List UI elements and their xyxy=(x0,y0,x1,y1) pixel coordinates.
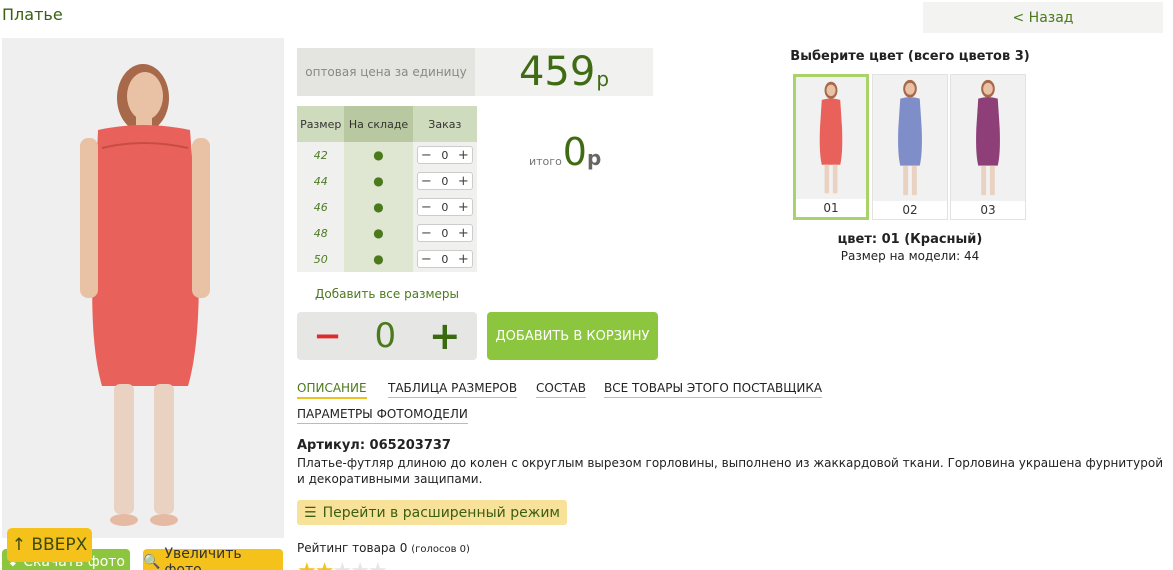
order-cell: −0 + xyxy=(412,142,477,168)
in-stock-indicator: ● xyxy=(344,168,413,194)
page-title: Платье xyxy=(2,5,63,24)
price-value: 459 р xyxy=(475,48,653,96)
star-icon[interactable]: ★ xyxy=(332,559,352,570)
star-icon[interactable]: ★ xyxy=(350,559,370,570)
decrease-button[interactable]: − xyxy=(421,226,432,241)
product-description: Платье-футляр длиною до колен с округлым… xyxy=(297,456,1163,486)
size-quantity-stepper: −0 + xyxy=(416,250,473,268)
back-button[interactable]: < Назад xyxy=(923,2,1163,33)
model-size: Размер на модели: 44 xyxy=(840,249,980,263)
tab-supplier-products[interactable]: ВСЕ ТОВАРЫ ЭТОГО ПОСТАВЩИКА xyxy=(604,381,823,398)
size-quantity-stepper: −0 + xyxy=(416,146,473,164)
size-header: Размер xyxy=(297,106,345,142)
rating-stars[interactable]: ★★★★★ xyxy=(297,559,388,570)
decrease-button[interactable]: − xyxy=(421,200,432,215)
product-photo[interactable] xyxy=(2,38,284,538)
article-number: Артикул: 065203737 xyxy=(297,438,451,453)
zoom-icon: 🔍 xyxy=(143,554,161,570)
sizes-table: Размер На складе Заказ 42 ● −0 +44 ● −0 +46 ● −0… xyxy=(297,106,477,272)
tab-description[interactable]: ОПИСАНИЕ xyxy=(297,381,367,399)
size-row: 50 ● −0 + xyxy=(297,246,477,272)
quantity-value[interactable]: 0 xyxy=(375,316,397,356)
size-quantity-value[interactable]: 0 xyxy=(441,175,448,188)
quantity-decrease-button[interactable]: − xyxy=(313,316,342,356)
color-thumbnail xyxy=(951,75,1025,201)
size-quantity-value[interactable]: 0 xyxy=(441,201,448,214)
add-all-sizes-link[interactable]: Добавить все размеры xyxy=(297,287,477,301)
tab-composition[interactable]: СОСТАВ xyxy=(536,381,586,398)
extended-mode-button[interactable]: ☰ Перейти в расширенный режим xyxy=(297,500,567,525)
size-value: 50 xyxy=(297,246,345,272)
in-stock-indicator: ● xyxy=(344,246,413,272)
size-value: 42 xyxy=(297,142,345,168)
increase-button[interactable]: + xyxy=(458,226,469,241)
stock-header: На складе xyxy=(344,106,413,142)
color-code: 01 xyxy=(796,199,866,217)
size-quantity-stepper: −0 + xyxy=(416,198,473,216)
quantity-increase-button[interactable]: + xyxy=(429,314,461,358)
size-value: 48 xyxy=(297,220,345,246)
size-quantity-value[interactable]: 0 xyxy=(441,253,448,266)
size-quantity-value[interactable]: 0 xyxy=(441,227,448,240)
decrease-button[interactable]: − xyxy=(421,148,432,163)
selected-color-name: цвет: 01 (Красный) xyxy=(837,232,983,247)
size-value: 46 xyxy=(297,194,345,220)
size-row: 48 ● −0 + xyxy=(297,220,477,246)
increase-button[interactable]: + xyxy=(458,148,469,163)
quantity-stepper: − 0 + xyxy=(297,312,477,360)
size-quantity-stepper: −0 + xyxy=(416,172,473,190)
tab-model-params[interactable]: ПАРАМЕТРЫ ФОТОМОДЕЛИ xyxy=(297,407,468,424)
color-code: 03 xyxy=(951,201,1025,219)
order-header: Заказ xyxy=(412,106,477,142)
product-rating: Рейтинг товара 0 (голосов 0) xyxy=(297,541,470,555)
increase-button[interactable]: + xyxy=(458,252,469,267)
size-quantity-stepper: −0 + xyxy=(416,224,473,242)
star-icon[interactable]: ★ xyxy=(297,559,317,570)
color-option-03[interactable]: 03 xyxy=(950,74,1026,220)
order-cell: −0 + xyxy=(412,246,477,272)
order-cell: −0 + xyxy=(412,168,477,194)
size-row: 42 ● −0 + xyxy=(297,142,477,168)
color-picker-title: Выберите цвет (всего цветов 3) xyxy=(790,49,1030,64)
size-row: 44 ● −0 + xyxy=(297,168,477,194)
size-value: 44 xyxy=(297,168,345,194)
list-icon: ☰ xyxy=(304,504,317,521)
in-stock-indicator: ● xyxy=(344,194,413,220)
decrease-button[interactable]: − xyxy=(421,252,432,267)
product-page: Платье < Назад ⬇ Скачать фото 🔍 Увеличит… xyxy=(0,0,1173,570)
order-cell: −0 + xyxy=(412,220,477,246)
star-icon[interactable]: ★ xyxy=(368,559,388,570)
size-row: 46 ● −0 + xyxy=(297,194,477,220)
add-to-cart-button[interactable]: ДОБАВИТЬ В КОРЗИНУ xyxy=(487,312,658,360)
color-thumbnail xyxy=(796,77,866,199)
decrease-button[interactable]: − xyxy=(421,174,432,189)
star-icon[interactable]: ★ xyxy=(315,559,335,570)
size-quantity-value[interactable]: 0 xyxy=(441,149,448,162)
tab-size-chart[interactable]: ТАБЛИЦА РАЗМЕРОВ xyxy=(388,381,518,398)
color-code: 02 xyxy=(873,201,947,219)
order-total: итого 0 р xyxy=(529,130,602,174)
zoom-photo-button[interactable]: 🔍 Увеличить фото xyxy=(143,546,283,570)
color-option-02[interactable]: 02 xyxy=(872,74,948,220)
price-label: оптовая цена за единицу xyxy=(297,48,475,96)
increase-button[interactable]: + xyxy=(458,200,469,215)
scroll-up-button[interactable]: ↑ ВВЕРХ xyxy=(7,528,92,562)
color-thumbnail xyxy=(873,75,947,201)
in-stock-indicator: ● xyxy=(344,220,413,246)
order-cell: −0 + xyxy=(412,194,477,220)
increase-button[interactable]: + xyxy=(458,174,469,189)
in-stock-indicator: ● xyxy=(344,142,413,168)
arrow-up-icon: ↑ xyxy=(11,535,32,555)
color-option-01[interactable]: 01 xyxy=(793,74,869,220)
